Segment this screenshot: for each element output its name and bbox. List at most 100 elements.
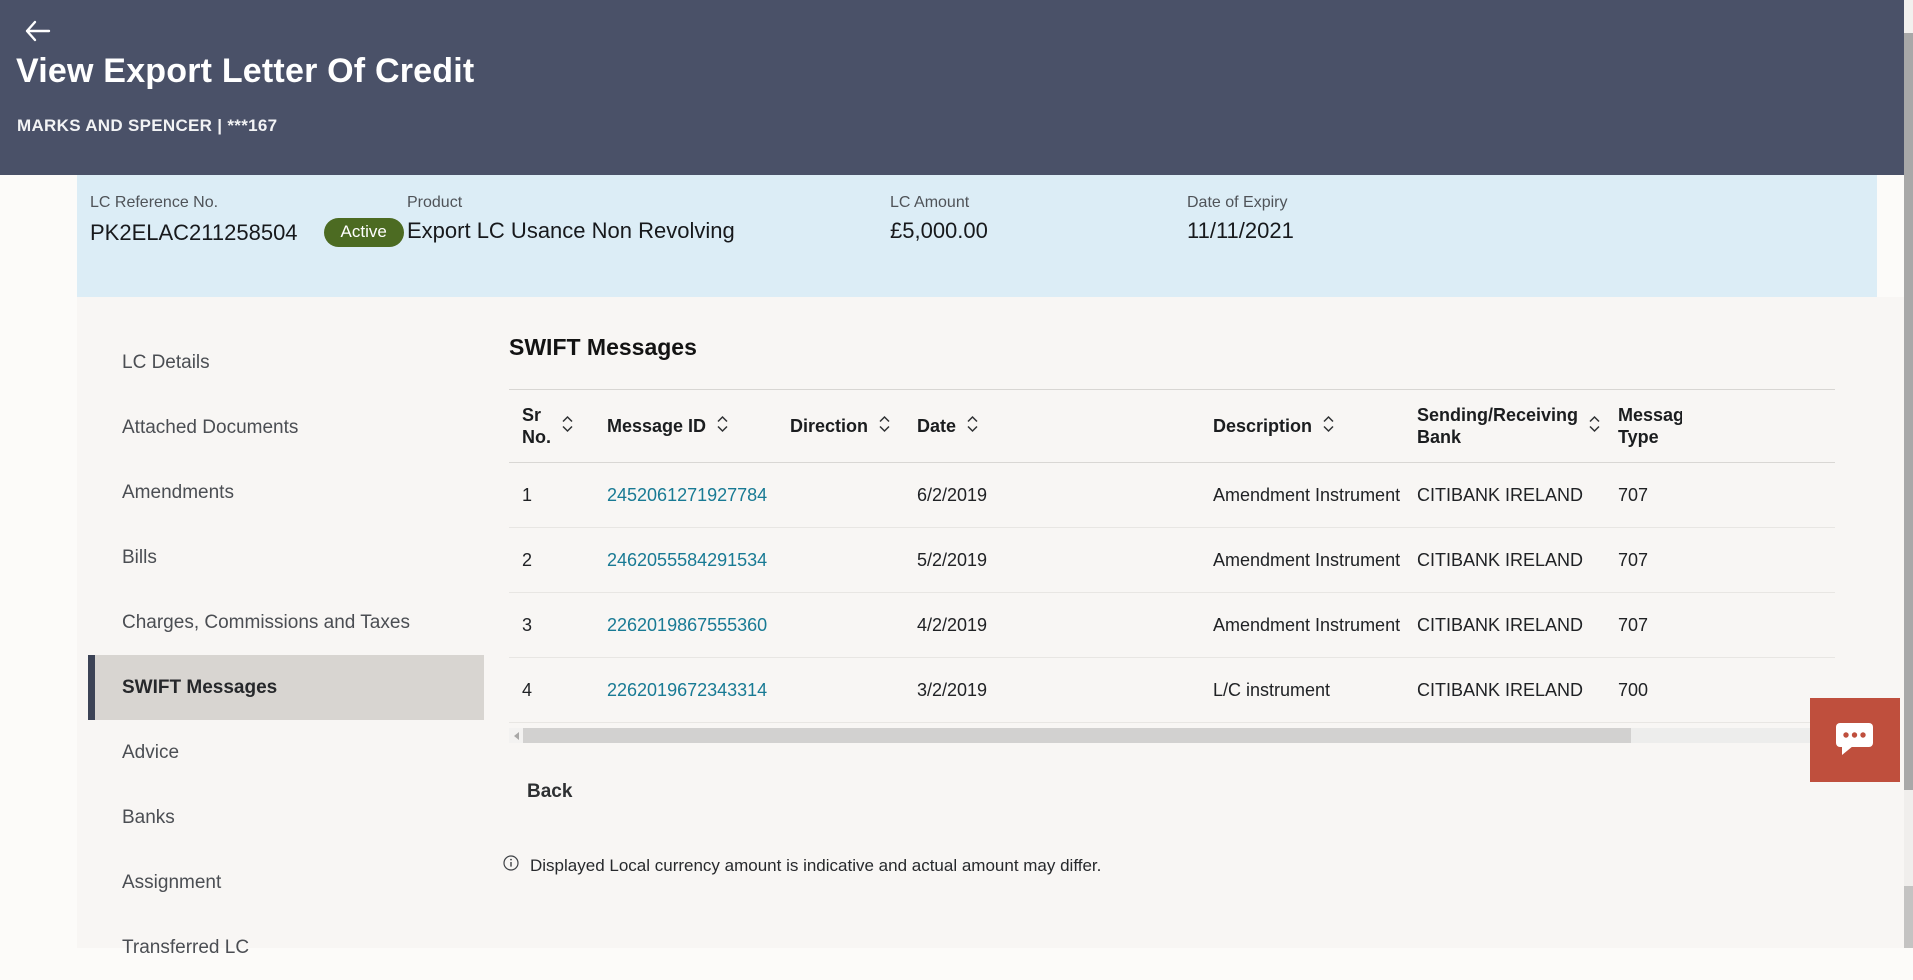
cell-message-type: 707 — [1618, 550, 1835, 571]
back-button[interactable]: Back — [527, 781, 572, 803]
sidebar-item[interactable]: Amendments — [88, 460, 484, 525]
vertical-scrollbar-thumb[interactable] — [1904, 33, 1913, 790]
vertical-scrollbar-top — [1904, 0, 1913, 33]
column-header-label: Description — [1213, 415, 1312, 437]
cell-description: Amendment Instrument — [1213, 550, 1417, 571]
column-header-label: Message Type — [1618, 404, 1682, 448]
chat-button[interactable] — [1810, 698, 1900, 782]
summary-field: LC Amount £5,000.00 — [890, 194, 988, 244]
column-header-label: Date — [917, 415, 956, 437]
field-value: PK2ELAC211258504 — [90, 220, 298, 246]
column-header[interactable]: Description — [1213, 415, 1417, 438]
chat-bubble-icon — [1835, 722, 1875, 759]
sort-icon[interactable] — [1322, 415, 1335, 438]
app-header: View Export Letter Of Credit MARKS AND S… — [0, 0, 1913, 175]
left-triangle-icon — [514, 732, 519, 740]
cell-bank: CITIBANK IRELAND — [1417, 680, 1618, 701]
table-row: 2 2462055584291534 5/2/2019 Amendment In… — [509, 528, 1835, 593]
field-value: Export LC Usance Non Revolving — [407, 218, 735, 244]
sort-icon[interactable] — [716, 415, 729, 438]
info-circle-icon — [503, 855, 519, 876]
sidebar-item-label: LC Details — [122, 352, 210, 374]
sidebar-item[interactable]: Bills — [88, 525, 484, 590]
sidebar-item-label: Banks — [122, 807, 175, 829]
column-header-label: Sr No. — [522, 404, 551, 448]
table-header-row: Sr No. Message ID Direction — [509, 390, 1835, 463]
swift-messages-table: Sr No. Message ID Direction — [509, 389, 1835, 723]
sidebar-item-label: SWIFT Messages — [122, 677, 277, 699]
column-header[interactable]: Date — [917, 415, 1213, 438]
field-value: £5,000.00 — [890, 218, 988, 244]
info-note-text: Displayed Local currency amount is indic… — [530, 856, 1101, 876]
sidebar-item[interactable]: SWIFT Messages — [88, 655, 484, 720]
column-header[interactable]: Sending/Receiving Bank — [1417, 404, 1618, 448]
column-header[interactable]: Direction — [790, 415, 917, 438]
sort-icon[interactable] — [561, 415, 574, 438]
cell-date: 4/2/2019 — [917, 615, 1213, 636]
back-arrow-button[interactable] — [22, 18, 54, 46]
cell-date: 3/2/2019 — [917, 680, 1213, 701]
vertical-scrollbar-track — [1904, 790, 1913, 886]
cell-date: 5/2/2019 — [917, 550, 1213, 571]
sidebar-item[interactable]: Attached Documents — [88, 395, 484, 460]
arrow-left-icon — [24, 30, 52, 45]
message-id-link[interactable]: 2462055584291534 — [607, 550, 767, 570]
column-header-label: Direction — [790, 415, 868, 437]
sidebar-item[interactable]: Advice — [88, 720, 484, 785]
column-header-label: Sending/Receiving Bank — [1417, 404, 1578, 448]
sidebar-item-label: Bills — [122, 547, 157, 569]
vertical-scrollbar-bottom — [1904, 886, 1913, 948]
cell-description: Amendment Instrument — [1213, 615, 1417, 636]
cell-description: Amendment Instrument — [1213, 485, 1417, 506]
sidebar-item[interactable]: Charges, Commissions and Taxes — [88, 590, 484, 655]
summary-field: LC Reference No. PK2ELAC211258504 Active — [90, 194, 404, 247]
scroll-left-arrow[interactable] — [509, 728, 523, 743]
cell-description: L/C instrument — [1213, 680, 1417, 701]
column-header[interactable]: Sr No. — [509, 404, 607, 448]
cell-date: 6/2/2019 — [917, 485, 1213, 506]
cell-sr-no: 3 — [509, 615, 607, 636]
sidebar-item-label: Amendments — [122, 482, 234, 504]
table-row: 4 2262019672343314 3/2/2019 L/C instrume… — [509, 658, 1835, 723]
summary-field: Product Export LC Usance Non Revolving — [407, 194, 735, 244]
sidebar-item[interactable]: Assignment — [88, 850, 484, 915]
summary-field: Date of Expiry 11/11/2021 — [1187, 194, 1294, 244]
sort-icon[interactable] — [1588, 415, 1601, 438]
sidebar-nav: LC Details Attached Documents Amendments… — [88, 330, 484, 980]
summary-bar: LC Reference No. PK2ELAC211258504 Active… — [77, 175, 1877, 297]
sidebar-item-label: Attached Documents — [122, 417, 298, 439]
page-subtitle: MARKS AND SPENCER | ***167 — [17, 116, 277, 136]
field-label: Product — [407, 194, 735, 212]
cell-sr-no: 1 — [509, 485, 607, 506]
message-id-link[interactable]: 2262019672343314 — [607, 680, 767, 700]
field-label: LC Amount — [890, 194, 988, 212]
sidebar-item[interactable]: Banks — [88, 785, 484, 850]
page-title: View Export Letter Of Credit — [16, 52, 474, 91]
message-id-link[interactable]: 2262019867555360 — [607, 615, 767, 635]
cell-bank: CITIBANK IRELAND — [1417, 550, 1618, 571]
sidebar-item-label: Assignment — [122, 872, 221, 894]
horizontal-scrollbar-thumb[interactable] — [523, 728, 1631, 743]
cell-message-type: 707 — [1618, 485, 1835, 506]
horizontal-scrollbar[interactable] — [509, 728, 1836, 743]
status-badge: Active — [324, 218, 404, 247]
section-title: SWIFT Messages — [509, 334, 697, 361]
cell-sr-no: 4 — [509, 680, 607, 701]
field-label: Date of Expiry — [1187, 194, 1294, 212]
cell-message-type: 707 — [1618, 615, 1835, 636]
vertical-scrollbar[interactable] — [1904, 0, 1913, 948]
column-header[interactable]: Message ID — [607, 415, 790, 438]
cell-message-type: 700 — [1618, 680, 1835, 701]
cell-sr-no: 2 — [509, 550, 607, 571]
column-header[interactable]: Message Type — [1618, 404, 1835, 448]
sidebar-item[interactable]: LC Details — [88, 330, 484, 395]
field-label: LC Reference No. — [90, 194, 404, 212]
column-header-label: Message ID — [607, 415, 706, 437]
sidebar-item-label: Advice — [122, 742, 179, 764]
sort-icon[interactable] — [878, 415, 891, 438]
info-note: Displayed Local currency amount is indic… — [503, 855, 1101, 876]
sort-icon[interactable] — [966, 415, 979, 438]
cell-bank: CITIBANK IRELAND — [1417, 615, 1618, 636]
cell-bank: CITIBANK IRELAND — [1417, 485, 1618, 506]
message-id-link[interactable]: 2452061271927784 — [607, 485, 767, 505]
